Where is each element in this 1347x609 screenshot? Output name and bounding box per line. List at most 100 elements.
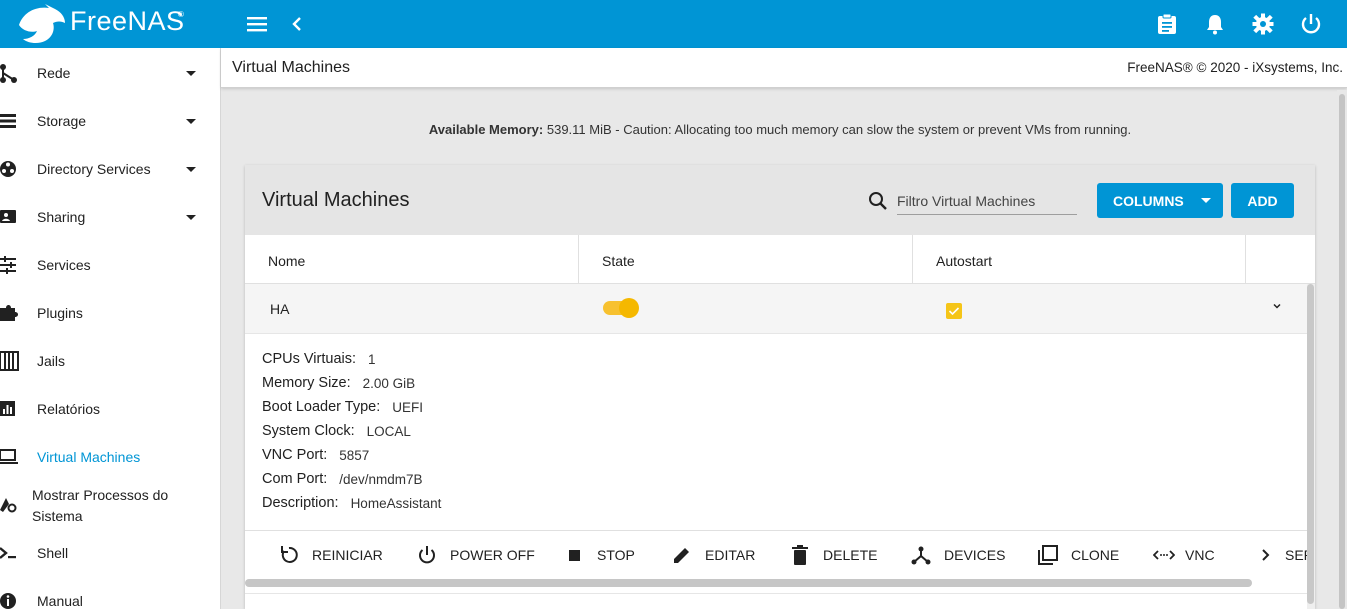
- sidebar-item-label: Shell: [37, 545, 69, 561]
- power-icon: [1301, 14, 1321, 34]
- sidebar-item-plugins[interactable]: Plugins: [0, 289, 220, 337]
- action-label: CLONE: [1071, 547, 1120, 563]
- sidebar-item-rede[interactable]: Rede: [0, 49, 220, 97]
- card-vertical-scrollbar[interactable]: [1307, 284, 1315, 609]
- gear-icon: [1252, 13, 1274, 35]
- sidebar-item-shell[interactable]: Shell: [0, 529, 220, 577]
- detail-key: System Clock:: [262, 423, 355, 439]
- column-divider: [1245, 235, 1246, 284]
- info-icon: [0, 593, 16, 609]
- freenas-shark-icon: [19, 4, 65, 44]
- edit-button[interactable]: EDITAR: [671, 544, 755, 566]
- sidebar-item-services[interactable]: Services: [0, 241, 220, 289]
- vm-actions-bar: REINICIAR POWER OFF STOP EDITAR DELETE D…: [245, 530, 1314, 576]
- detail-value: LOCAL: [366, 424, 411, 439]
- sidebar-item-label: Mostrar Processos do Sistema: [32, 485, 168, 527]
- clone-button[interactable]: CLONE: [1037, 544, 1119, 566]
- puzzle-icon: [0, 305, 18, 321]
- restart-button[interactable]: REINICIAR: [278, 544, 383, 566]
- devices-icon: [911, 546, 931, 565]
- label-line-1: Mostrar Processos do: [32, 487, 169, 503]
- breadcrumb: Virtual Machines: [232, 59, 350, 76]
- task-manager-button[interactable]: [1151, 8, 1183, 40]
- laptop-icon: [0, 449, 18, 464]
- columns-button[interactable]: COLUMNS: [1097, 183, 1223, 218]
- sidebar-item-jails[interactable]: Jails: [0, 337, 220, 385]
- autostart-checkbox[interactable]: [946, 303, 962, 319]
- vm-name: HA: [270, 301, 290, 317]
- power-icon: [419, 546, 435, 564]
- settings-button[interactable]: [1247, 8, 1279, 40]
- column-header-nome[interactable]: Nome: [268, 253, 305, 269]
- detail-key: Memory Size:: [262, 375, 351, 391]
- table-row: [245, 593, 1307, 609]
- power-off-button[interactable]: POWER OFF: [416, 544, 535, 566]
- jail-icon: [0, 351, 19, 371]
- chevron-down-icon[interactable]: [1271, 300, 1283, 312]
- terminal-icon: [0, 547, 16, 559]
- sidebar-item-label: Services: [37, 257, 91, 273]
- detail-value: 1: [368, 352, 376, 367]
- process-icon: [0, 498, 17, 513]
- detail-key: Boot Loader Type:: [262, 399, 381, 415]
- add-button[interactable]: ADD: [1231, 183, 1294, 218]
- table-row[interactable]: HA: [245, 284, 1307, 334]
- vnc-button[interactable]: VNC: [1153, 544, 1215, 566]
- sidebar-item-label: Relatórios: [37, 401, 101, 417]
- sidebar-item-process-monitor[interactable]: Mostrar Processos do Sistema: [0, 481, 220, 531]
- stop-button[interactable]: STOP: [563, 544, 635, 566]
- main-scrollbar[interactable]: [1337, 90, 1347, 609]
- column-divider: [578, 235, 579, 284]
- filter-input[interactable]: [897, 187, 1077, 215]
- sidebar-item-manual[interactable]: Manual: [0, 577, 220, 609]
- detail-vnc-port: VNC Port: 5857: [262, 447, 441, 471]
- sidebar-item-label: Jails: [37, 353, 66, 369]
- freenas-logo[interactable]: FreeNAS ®: [0, 0, 221, 48]
- delete-button[interactable]: DELETE: [789, 544, 877, 566]
- column-header-autostart[interactable]: Autostart: [936, 253, 992, 269]
- power-button[interactable]: [1295, 8, 1327, 40]
- collapse-sidebar-button[interactable]: [281, 8, 313, 40]
- scrollbar-thumb[interactable]: [1339, 94, 1345, 609]
- card-header: Virtual Machines COLUMNS ADD: [245, 165, 1315, 235]
- state-toggle[interactable]: [603, 298, 639, 318]
- detail-system-clock: System Clock: LOCAL: [262, 423, 441, 447]
- services-icon: [0, 256, 16, 274]
- menu-icon: [247, 17, 267, 32]
- detail-value: /dev/nmdm7B: [339, 472, 423, 487]
- devices-button[interactable]: DEVICES: [910, 544, 1005, 566]
- sidebar-item-label: Rede: [37, 65, 71, 81]
- table-header: Nome State Autostart: [245, 235, 1315, 284]
- menu-toggle-button[interactable]: [241, 8, 273, 40]
- sidebar-item-relatorios[interactable]: Relatórios: [0, 385, 220, 433]
- column-header-state[interactable]: State: [602, 253, 635, 269]
- trash-icon: [792, 545, 808, 565]
- detail-value: 2.00 GiB: [362, 376, 416, 391]
- serial-button[interactable]: SER: [1255, 544, 1314, 566]
- sidebar-item-virtual-machines[interactable]: Virtual Machines: [0, 433, 220, 481]
- toggle-knob: [619, 298, 639, 318]
- brand-name: FreeNAS: [70, 6, 185, 36]
- horizontal-scrollbar[interactable]: [245, 579, 1252, 587]
- detail-key: Com Port:: [262, 471, 328, 487]
- action-label: STOP: [597, 547, 635, 563]
- sidebar-item-storage[interactable]: Storage: [0, 97, 220, 145]
- check-icon: [948, 307, 960, 316]
- sidebar-item-label: Virtual Machines: [37, 449, 141, 465]
- sidebar-item-label: Sharing: [37, 209, 86, 225]
- network-icon: [0, 64, 17, 83]
- scrollbar-thumb[interactable]: [1307, 284, 1314, 604]
- detail-com-port: Com Port: /dev/nmdm7B: [262, 471, 441, 495]
- sidebar-item-label: Plugins: [37, 305, 83, 321]
- notifications-button[interactable]: [1199, 8, 1231, 40]
- sidebar-item-directory-services[interactable]: Directory Services: [0, 145, 220, 193]
- chevron-left-icon: [292, 17, 301, 31]
- detail-boot-loader: Boot Loader Type: UEFI: [262, 399, 441, 423]
- detail-key: Description:: [262, 495, 339, 511]
- pencil-icon: [674, 548, 689, 563]
- detail-value: HomeAssistant: [350, 496, 442, 511]
- sharing-icon: [0, 210, 16, 223]
- directory-icon: [0, 161, 16, 177]
- sidebar-item-sharing[interactable]: Sharing: [0, 193, 220, 241]
- sidebar-item-label: Manual: [37, 593, 83, 609]
